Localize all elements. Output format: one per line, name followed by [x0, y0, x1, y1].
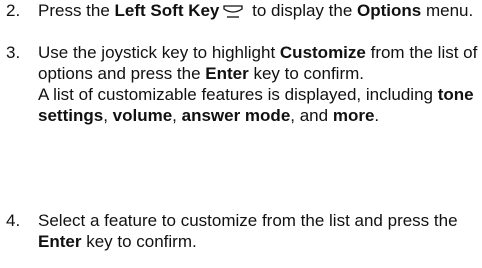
step-number: 2. [6, 1, 21, 20]
step-note: A list of customizable features is displ… [38, 85, 474, 125]
step-text: Use the joystick key to highlight Custom… [38, 43, 478, 125]
left-soft-key-icon [222, 2, 244, 23]
key-name: Left Soft Key [114, 1, 220, 20]
step-number: 4. [6, 211, 21, 230]
step-text: Press the Left Soft Key to display the O… [38, 0, 478, 23]
step-number: 3. [6, 43, 21, 62]
key-name: Enter [38, 232, 82, 251]
option-name: Customize [279, 43, 366, 62]
menu-name: Options [357, 1, 422, 20]
key-name: Enter [205, 64, 249, 83]
step-text: Select a feature to customize from the l… [38, 211, 458, 251]
